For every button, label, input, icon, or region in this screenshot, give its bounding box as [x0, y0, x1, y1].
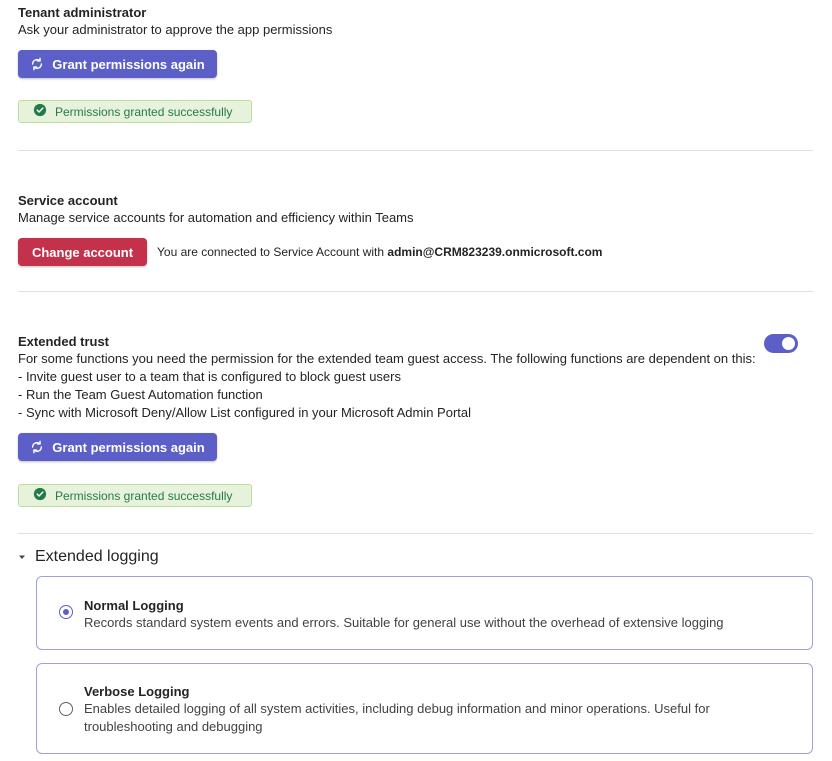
- section-divider: [18, 150, 813, 151]
- toggle-knob: [782, 337, 795, 350]
- extended-logging-header[interactable]: Extended logging: [18, 548, 159, 566]
- connected-account-email: admin@CRM823239.onmicrosoft.com: [387, 245, 603, 259]
- section-divider: [18, 291, 813, 292]
- tenant-status-badge: Permissions granted successfully: [18, 100, 252, 123]
- refresh-icon: [30, 440, 44, 454]
- trust-grant-permissions-button[interactable]: Grant permissions again: [18, 433, 217, 461]
- radio-verbose-logging[interactable]: [59, 702, 73, 716]
- extended-trust-toggle[interactable]: [764, 334, 798, 353]
- change-account-button[interactable]: Change account: [18, 238, 147, 266]
- refresh-icon: [30, 57, 44, 71]
- service-account-description: Manage service accounts for automation a…: [18, 210, 414, 225]
- section-divider: [18, 533, 813, 534]
- logging-option-verbose[interactable]: Verbose Logging Enables detailed logging…: [36, 663, 813, 754]
- radio-normal-logging[interactable]: [59, 605, 73, 619]
- trust-status-text: Permissions granted successfully: [55, 488, 233, 503]
- tenant-grant-permissions-label: Grant permissions again: [52, 56, 205, 72]
- trust-grant-permissions-label: Grant permissions again: [52, 439, 205, 455]
- checkmark-circle-icon: [33, 103, 47, 120]
- connected-account-info: You are connected to Service Account wit…: [157, 245, 602, 259]
- extended-logging-title: Extended logging: [35, 548, 159, 565]
- logging-option-description: Records standard system events and error…: [84, 615, 724, 630]
- logging-option-title: Verbose Logging: [84, 684, 190, 699]
- tenant-admin-title: Tenant administrator: [18, 5, 147, 20]
- service-account-title: Service account: [18, 193, 118, 208]
- extended-trust-title: Extended trust: [18, 334, 110, 349]
- extended-trust-description: For some functions you need the permissi…: [18, 351, 756, 366]
- logging-option-normal[interactable]: Normal Logging Records standard system e…: [36, 576, 813, 650]
- tenant-status-text: Permissions granted successfully: [55, 104, 233, 119]
- trust-status-badge: Permissions granted successfully: [18, 484, 252, 507]
- extended-trust-item: - Invite guest user to a team that is co…: [18, 369, 401, 384]
- tenant-grant-permissions-button[interactable]: Grant permissions again: [18, 50, 217, 78]
- caret-down-icon: [18, 548, 26, 566]
- connected-account-text: You are connected to Service Account wit…: [157, 245, 385, 259]
- logging-option-description: Enables detailed logging of all system a…: [84, 701, 710, 734]
- logging-option-title: Normal Logging: [84, 598, 184, 613]
- checkmark-circle-icon: [33, 487, 47, 504]
- extended-trust-item: - Sync with Microsoft Deny/Allow List co…: [18, 405, 472, 420]
- change-account-label: Change account: [31, 244, 134, 260]
- extended-trust-item: - Run the Team Guest Automation function: [18, 387, 263, 402]
- tenant-admin-description: Ask your administrator to approve the ap…: [18, 22, 333, 37]
